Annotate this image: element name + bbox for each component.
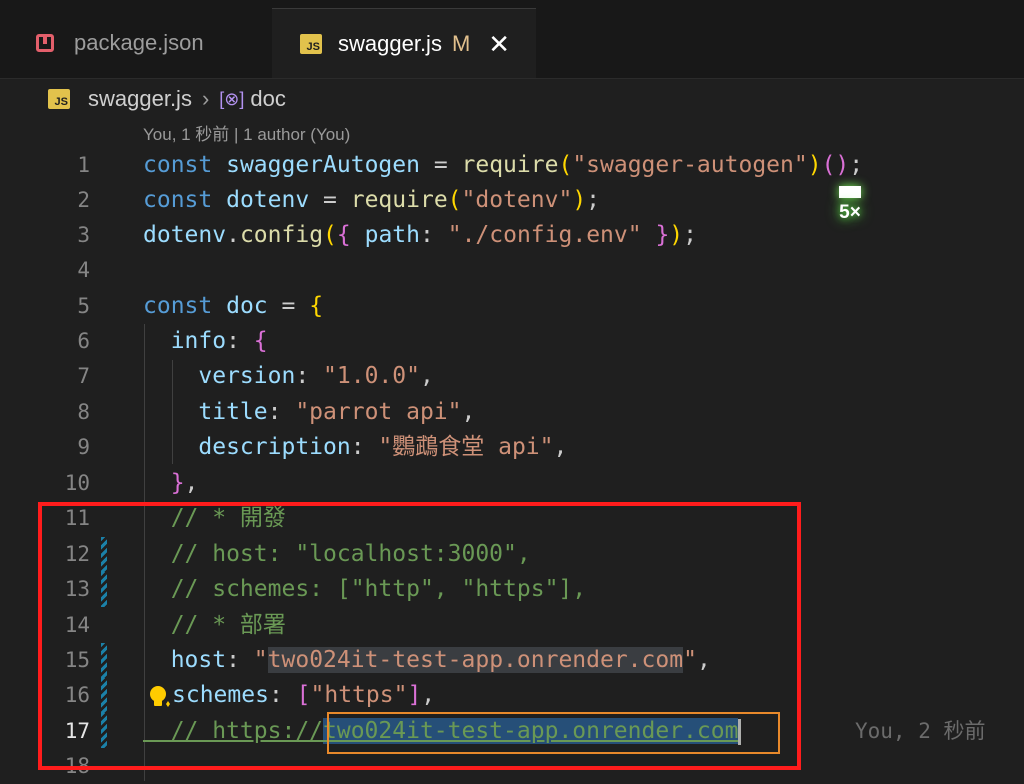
symbol-variable-icon: [⊗] (219, 88, 245, 109)
codelens-blame[interactable]: You, 1 秒前 | 1 author (You) (143, 120, 350, 144)
line-number: 1 (77, 153, 90, 177)
code-text: title: "parrot api", (143, 399, 476, 425)
code-line[interactable]: 5 const doc = { (0, 289, 1024, 324)
code-text: dotenv.config({ path: "./config.env" }); (143, 222, 698, 248)
line-number: 4 (77, 258, 90, 282)
tab-label: swagger.js (338, 30, 442, 56)
line-number: 5 (77, 294, 90, 318)
code-text: info: { (143, 328, 268, 354)
breadcrumb: JS swagger.js › [⊗] doc (48, 84, 286, 114)
js-file-icon: JS (48, 89, 70, 109)
tab-package-json[interactable]: package.json (0, 8, 272, 78)
modified-indicator: M (451, 30, 471, 56)
line-number: 2 (77, 188, 90, 212)
line-number: 3 (77, 223, 90, 247)
line-number: 7 (77, 364, 90, 388)
js-file-icon: JS (300, 33, 322, 54)
code-line[interactable]: 1 const swaggerAutogen = require("swagge… (0, 148, 1024, 183)
code-line[interactable]: 2 const dotenv = require("dotenv"); (0, 183, 1024, 218)
package-json-icon (36, 34, 54, 52)
tab-bar: package.json JS swagger.js M ✕ (0, 0, 1024, 79)
line-number: 8 (77, 400, 90, 424)
tab-swagger-js[interactable]: JS swagger.js M ✕ (272, 8, 536, 78)
chevron-right-icon: › (201, 86, 210, 111)
code-line[interactable]: 8 title: "parrot api", (0, 395, 1024, 430)
code-line[interactable]: 3 dotenv.config({ path: "./config.env" }… (0, 218, 1024, 253)
code-line[interactable]: 9 description: "鸚鵡食堂 api", (0, 430, 1024, 465)
line-number: 9 (77, 435, 90, 459)
inline-blame: You, 2 秒前 (855, 719, 986, 743)
code-line[interactable]: 7 version: "1.0.0", (0, 359, 1024, 394)
annotation-orange-box (327, 712, 780, 754)
code-text: description: "鸚鵡食堂 api", (143, 434, 568, 460)
combo-count: 5× (839, 202, 861, 223)
combo-overlay: 5× (830, 186, 870, 228)
code-text: const doc = { (143, 293, 324, 319)
close-icon[interactable]: ✕ (488, 31, 510, 57)
code-text: const dotenv = require("dotenv"); (143, 187, 601, 213)
code-line[interactable]: 4 (0, 253, 1024, 288)
combo-bar (839, 186, 861, 198)
code-line[interactable]: 6 info: { (0, 324, 1024, 359)
code-text: version: "1.0.0", (143, 363, 434, 389)
tab-label: package.json (74, 30, 204, 55)
code-text: }, (143, 470, 199, 496)
breadcrumb-symbol[interactable]: doc (250, 86, 285, 112)
line-number: 6 (77, 329, 90, 353)
code-text: const swaggerAutogen = require("swagger-… (143, 152, 864, 178)
code-line[interactable]: 10 }, (0, 466, 1024, 501)
line-number: 10 (64, 471, 90, 495)
breadcrumb-file[interactable]: swagger.js (88, 86, 192, 112)
